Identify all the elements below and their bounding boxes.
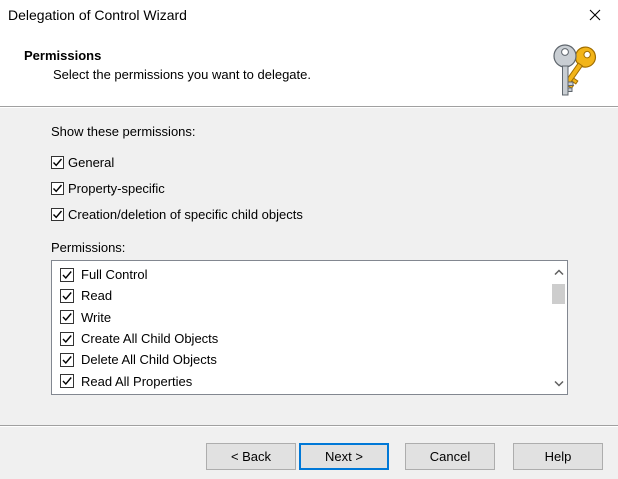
list-item[interactable]: Delete All Child Objects [60, 349, 218, 370]
checkbox-box[interactable] [51, 181, 64, 195]
cancel-button[interactable]: Cancel [405, 443, 495, 470]
close-button[interactable] [572, 0, 618, 30]
keys-icon [553, 44, 597, 96]
permission-label: Delete All Child Objects [81, 352, 217, 368]
next-button[interactable]: Next > [299, 443, 389, 470]
vertical-scrollbar[interactable] [550, 261, 567, 394]
window-title: Delegation of Control Wizard [8, 7, 187, 23]
list-item[interactable]: Read [60, 285, 218, 306]
permission-label: Create All Child Objects [81, 331, 219, 347]
permissions-list[interactable]: Full Control Read Write Create All Child… [51, 260, 568, 395]
permissions-items: Full Control Read Write Create All Child… [60, 264, 218, 394]
checkmark-icon [52, 158, 63, 166]
permission-label: Read All Properties [81, 373, 193, 389]
checkbox-box[interactable] [60, 352, 74, 367]
header-separator [0, 106, 618, 108]
checkmark-icon [62, 355, 72, 364]
page-title: Permissions [24, 48, 102, 63]
list-item[interactable]: Write [60, 307, 218, 328]
checkbox-general[interactable]: General [51, 153, 114, 171]
checkbox-general-label: General [68, 154, 115, 170]
scroll-thumb[interactable] [552, 284, 565, 304]
checkmark-icon [52, 184, 63, 192]
checkbox-property-specific[interactable]: Property-specific [51, 179, 165, 197]
back-button[interactable]: < Back [206, 443, 296, 470]
list-item[interactable]: Full Control [60, 264, 218, 285]
checkbox-box[interactable] [60, 331, 74, 346]
wizard-header: Permissions Select the permissions you w… [0, 30, 618, 106]
checkmark-icon [62, 377, 72, 386]
checkbox-box[interactable] [51, 155, 64, 169]
chevron-down-icon [553, 380, 564, 387]
help-button[interactable]: Help [513, 443, 603, 470]
list-item[interactable]: Read All Properties [60, 370, 218, 391]
checkbox-box[interactable] [60, 374, 74, 389]
checkbox-box[interactable] [60, 310, 74, 325]
checkmark-icon [62, 313, 72, 322]
scroll-down-button[interactable] [550, 375, 567, 392]
checkmark-icon [62, 334, 72, 343]
chevron-up-icon [553, 268, 564, 275]
list-item[interactable]: Create All Child Objects [60, 328, 218, 349]
permission-label: Read [81, 288, 113, 304]
checkbox-box[interactable] [60, 267, 74, 282]
checkbox-box[interactable] [51, 207, 64, 221]
permission-label: Write [81, 309, 112, 325]
checkbox-box[interactable] [60, 288, 74, 303]
checkbox-creation-deletion[interactable]: Creation/deletion of specific child obje… [51, 205, 303, 223]
show-permissions-label: Show these permissions: [51, 124, 196, 139]
checkbox-creation-deletion-label: Creation/deletion of specific child obje… [68, 206, 303, 222]
title-bar: Delegation of Control Wizard [0, 0, 618, 30]
scroll-up-button[interactable] [550, 263, 567, 280]
footer-separator [0, 425, 618, 427]
page-subtitle: Select the permissions you want to deleg… [53, 67, 311, 82]
permission-label: Full Control [81, 267, 148, 283]
checkmark-icon [52, 210, 63, 218]
checkbox-property-specific-label: Property-specific [68, 180, 165, 196]
checkmark-icon [62, 270, 72, 279]
close-icon [589, 9, 601, 21]
checkmark-icon [62, 291, 72, 300]
list-item-partial[interactable] [60, 392, 218, 394]
permissions-label: Permissions: [51, 240, 126, 255]
